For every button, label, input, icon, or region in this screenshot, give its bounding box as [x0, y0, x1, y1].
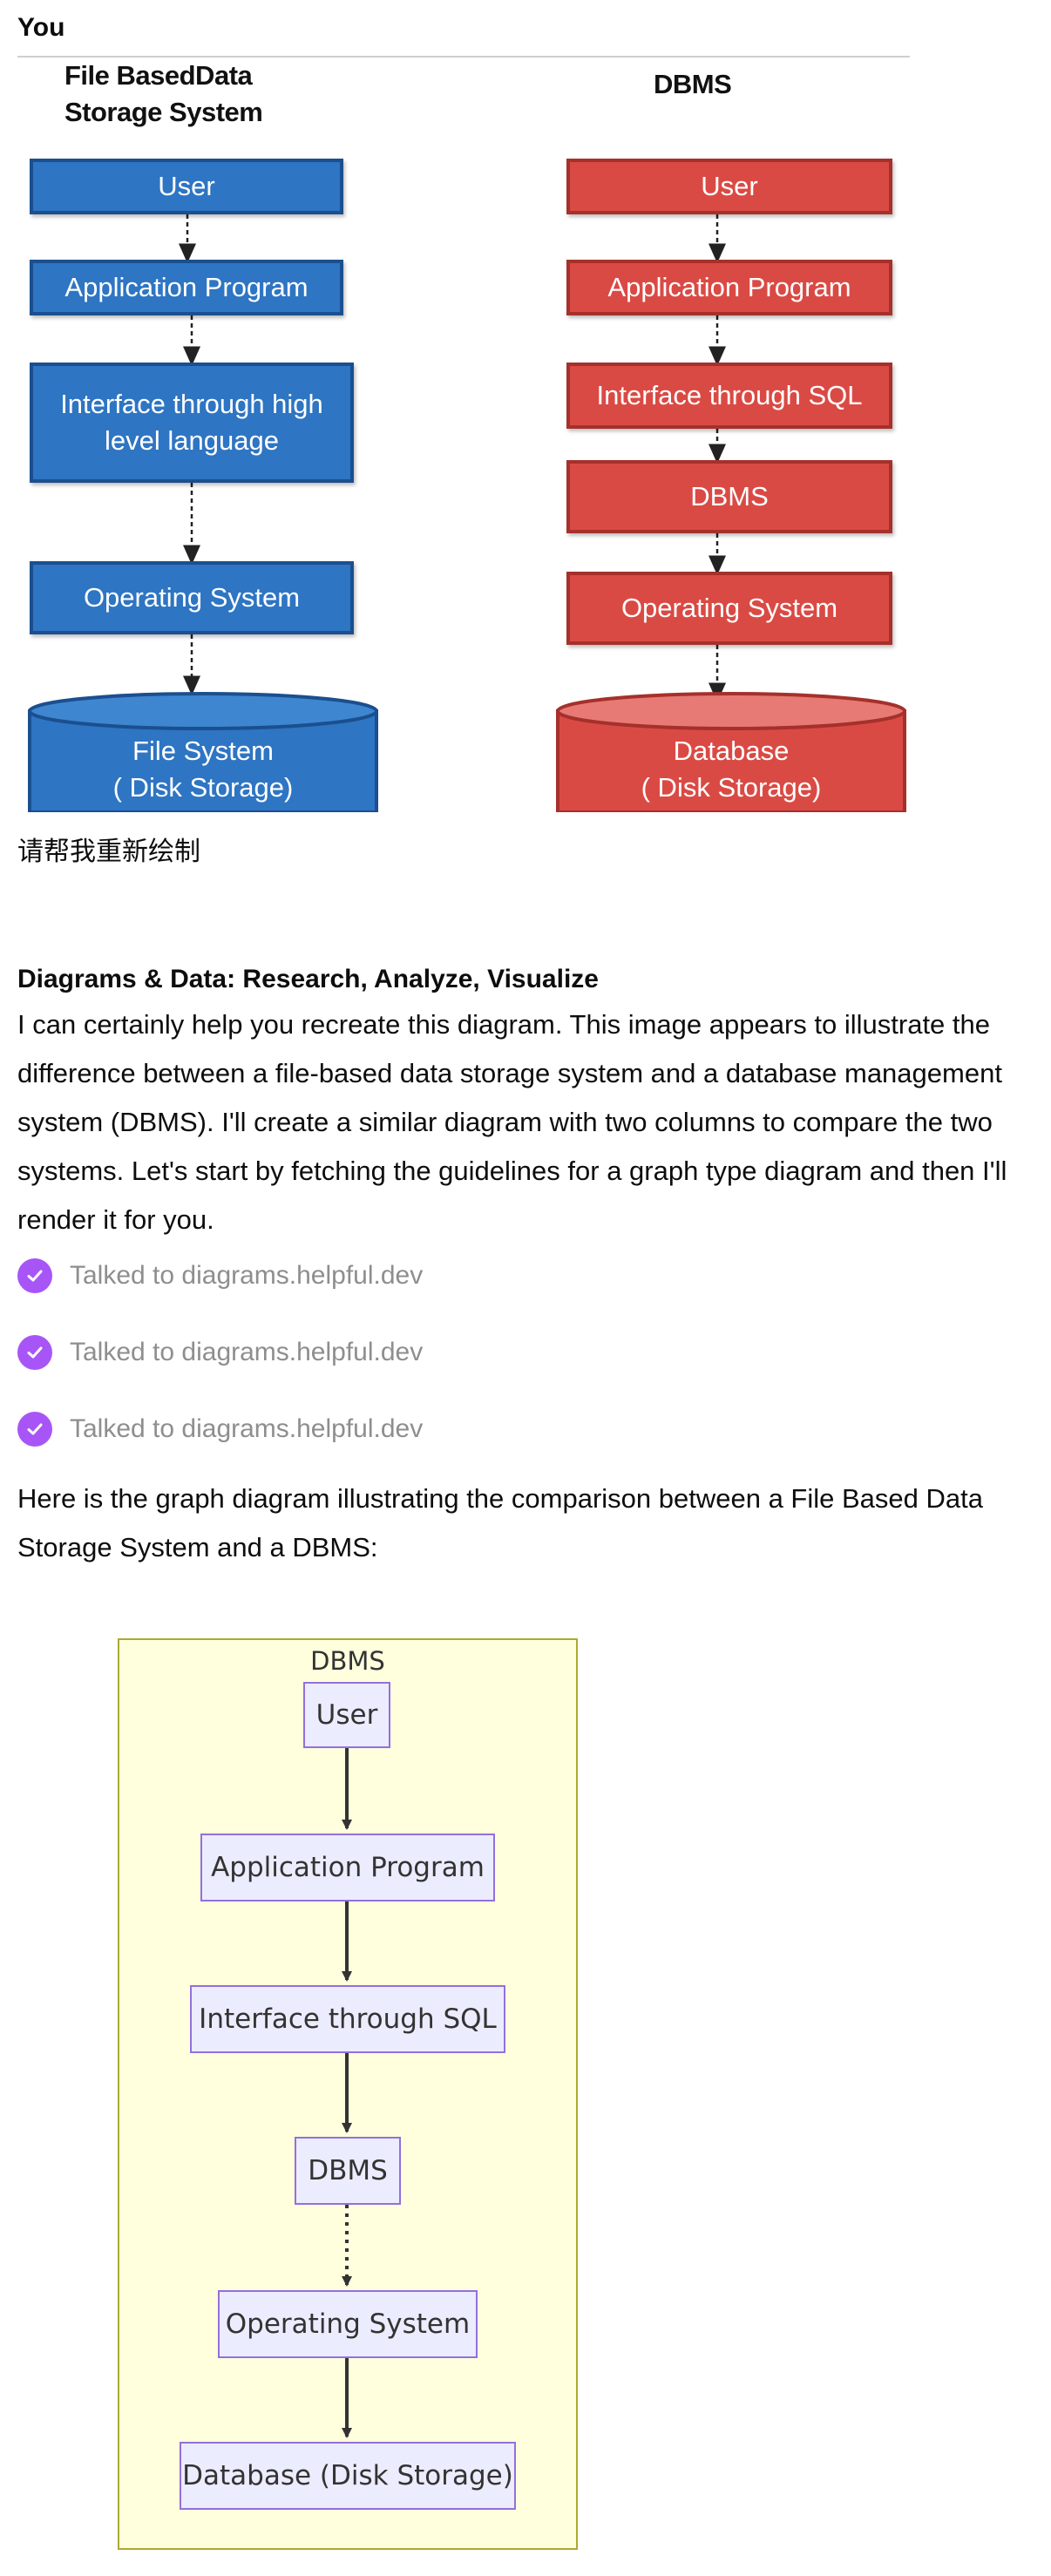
diagram-node-user[interactable]: User: [303, 1682, 390, 1748]
diagram-edges: [342, 1748, 352, 2438]
diagram-node-database[interactable]: Database (Disk Storage): [180, 2442, 516, 2510]
diagram-node-operating-system[interactable]: Operating System: [218, 2290, 478, 2358]
diagram-node-dbms[interactable]: DBMS: [295, 2137, 401, 2205]
diagram-node-application-program[interactable]: Application Program: [200, 1834, 495, 1901]
diagram-node-interface-sql[interactable]: Interface through SQL: [190, 1985, 505, 2053]
